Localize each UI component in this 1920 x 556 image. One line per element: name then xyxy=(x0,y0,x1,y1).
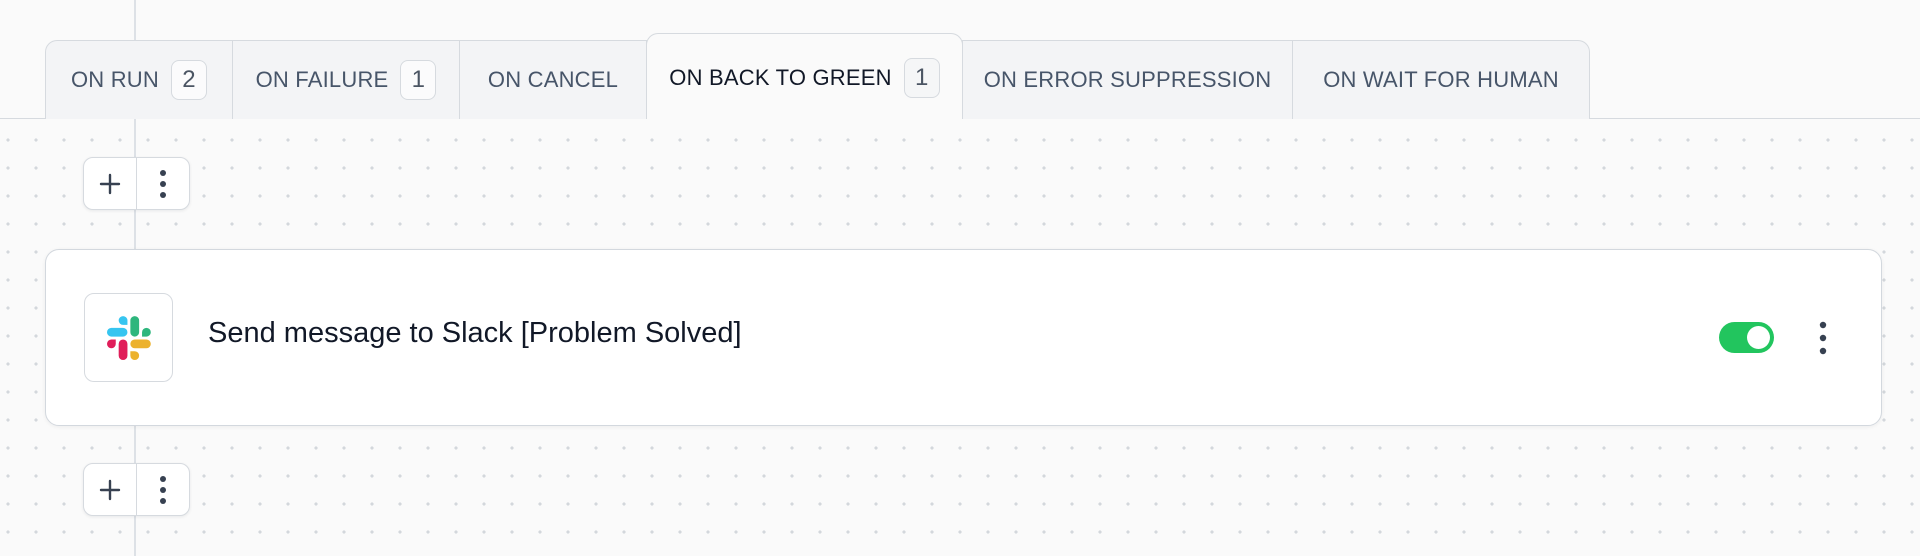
step-enabled-toggle[interactable] xyxy=(1719,322,1774,353)
vertical-dots-icon xyxy=(160,475,166,504)
step-title: Send message to Slack [Problem Solved] xyxy=(208,317,742,349)
step-menu-button[interactable] xyxy=(136,464,189,515)
tab-label: ON WAIT FOR HUMAN xyxy=(1323,67,1559,92)
step-controls-bottom xyxy=(83,463,190,516)
add-step-button[interactable] xyxy=(84,158,136,209)
toggle-knob xyxy=(1747,326,1770,349)
tab-on-run[interactable]: ON RUN 2 xyxy=(45,40,233,119)
tab-label: ON BACK TO GREEN xyxy=(669,65,892,90)
tab-count-badge: 1 xyxy=(903,58,940,98)
tab-count-badge: 2 xyxy=(170,60,207,100)
flow-connector xyxy=(134,0,136,40)
step-menu-button[interactable] xyxy=(136,158,189,209)
slack-logo-tile xyxy=(84,293,173,382)
tab-on-wait-for-human[interactable]: ON WAIT FOR HUMAN xyxy=(1292,40,1590,119)
add-step-button[interactable] xyxy=(84,464,136,515)
vertical-dots-icon xyxy=(160,169,166,198)
plus-icon xyxy=(99,479,121,500)
tab-label: ON RUN xyxy=(71,67,159,92)
tab-count-badge: 1 xyxy=(400,60,437,100)
step-card-menu-button[interactable] xyxy=(1811,316,1835,360)
tab-label: ON ERROR SUPPRESSION xyxy=(983,67,1272,92)
trigger-tabs: ON RUN 2 ON FAILURE 1 ON CANCEL ON BACK … xyxy=(45,33,1590,120)
tab-label: ON CANCEL xyxy=(487,67,619,92)
tab-on-error-suppression[interactable]: ON ERROR SUPPRESSION xyxy=(962,40,1293,119)
tab-on-failure[interactable]: ON FAILURE 1 xyxy=(232,40,460,119)
tab-on-back-to-green[interactable]: ON BACK TO GREEN 1 xyxy=(646,33,963,120)
step-controls-top xyxy=(83,157,190,210)
tab-on-cancel[interactable]: ON CANCEL xyxy=(459,40,647,119)
slack-logo-icon xyxy=(106,315,151,360)
tab-label: ON FAILURE xyxy=(255,67,389,92)
step-card[interactable]: Send message to Slack [Problem Solved] xyxy=(45,249,1882,426)
plus-icon xyxy=(99,173,121,194)
vertical-dots-icon xyxy=(1819,321,1827,355)
